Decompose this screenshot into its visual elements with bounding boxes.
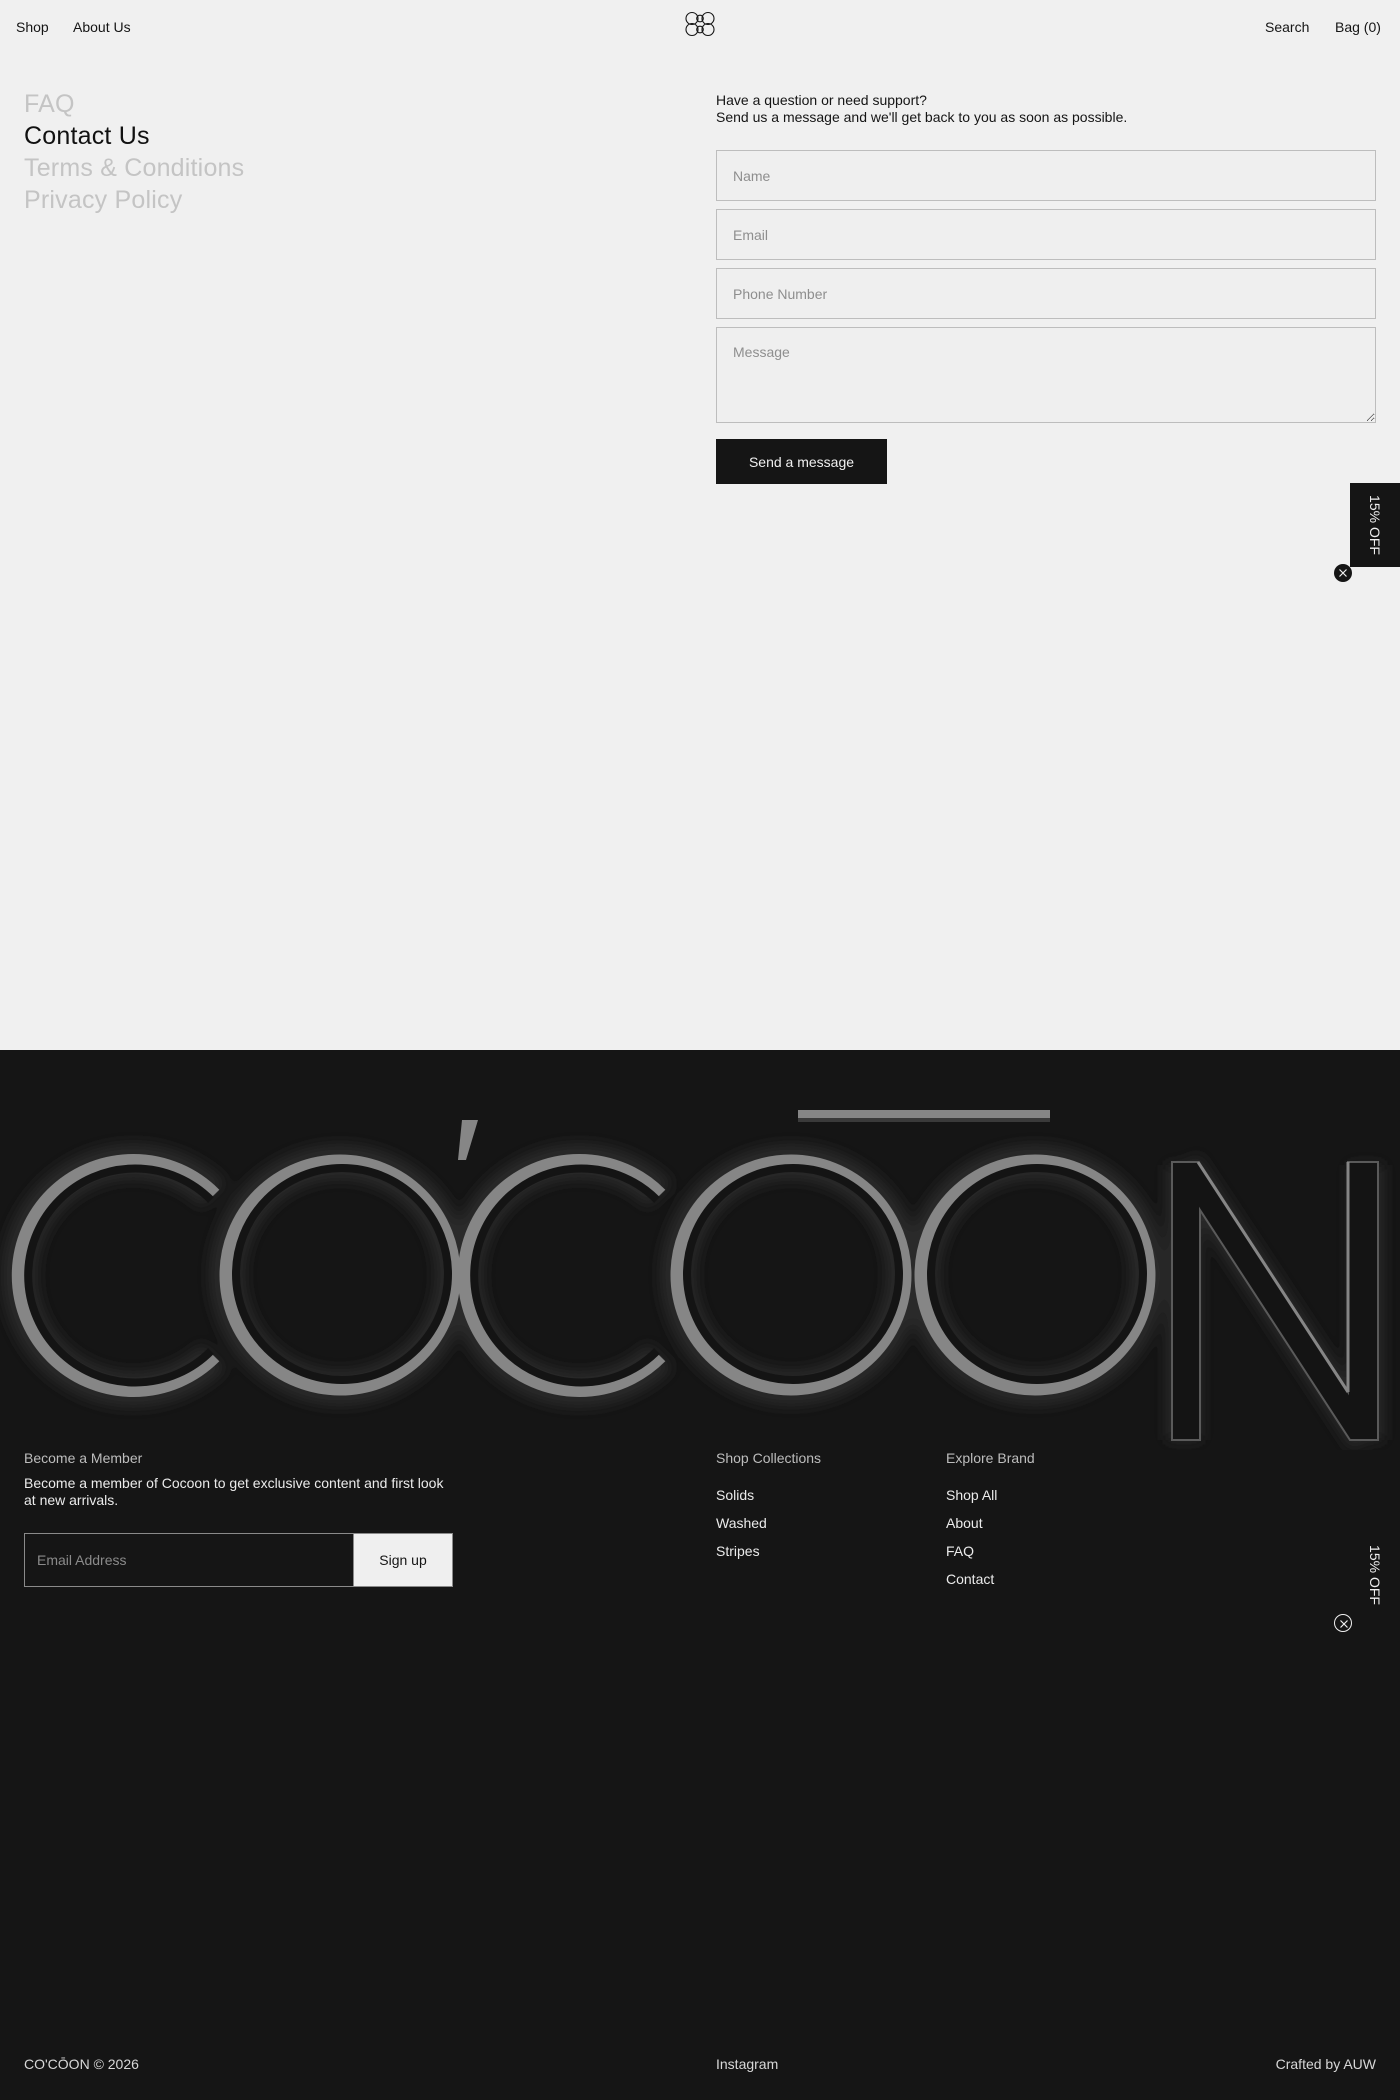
newsletter-email-input[interactable]: [24, 1533, 354, 1587]
footer-link-contact[interactable]: Contact: [946, 1571, 994, 1587]
promo-discount-tab-footer[interactable]: 15% OFF: [1350, 1533, 1400, 1617]
promo-close-icon-footer[interactable]: [1334, 1614, 1352, 1632]
explore-brand-heading: Explore Brand: [946, 1450, 1035, 1466]
footer-link-about[interactable]: About: [946, 1515, 983, 1531]
nav-about-link[interactable]: About Us: [73, 19, 131, 35]
promo-close-icon[interactable]: [1334, 564, 1352, 582]
copyright-text: CO'CŌON © 2026: [24, 2056, 139, 2072]
contact-intro-line-2: Send us a message and we'll get back to …: [716, 109, 1128, 125]
member-heading: Become a Member: [24, 1450, 143, 1466]
site-footer: Become a Member Become a member of Cocoo…: [0, 1050, 1400, 2100]
crafted-by-link[interactable]: Crafted by AUW: [1276, 2056, 1376, 2072]
nav-bag-link[interactable]: Bag (0): [1335, 19, 1381, 35]
support-side-menu: FAQ Contact Us Terms & Conditions Privac…: [24, 88, 244, 216]
name-field[interactable]: [716, 150, 1376, 201]
signup-button[interactable]: Sign up: [354, 1533, 453, 1587]
footer-link-shop-all[interactable]: Shop All: [946, 1487, 997, 1503]
phone-field[interactable]: [716, 268, 1376, 319]
contact-intro: Have a question or need support? Send us…: [716, 92, 1127, 126]
footer-link-faq[interactable]: FAQ: [946, 1543, 974, 1559]
member-description: Become a member of Cocoon to get exclusi…: [24, 1475, 444, 1508]
email-field[interactable]: [716, 209, 1376, 260]
footer-link-washed[interactable]: Washed: [716, 1515, 767, 1531]
footer-link-solids[interactable]: Solids: [716, 1487, 754, 1503]
send-message-button[interactable]: Send a message: [716, 439, 887, 484]
instagram-link[interactable]: Instagram: [716, 2056, 778, 2072]
promo-label-footer: 15% OFF: [1367, 1545, 1383, 1605]
contact-intro-line-1: Have a question or need support?: [716, 92, 927, 108]
brand-logo-icon[interactable]: [682, 11, 718, 37]
site-header: Shop About Us Search Bag (0): [0, 0, 1400, 54]
side-menu-contact-us[interactable]: Contact Us: [24, 120, 244, 152]
promo-discount-tab[interactable]: 15% OFF: [1350, 483, 1400, 567]
footer-wordmark-logo: [2, 1110, 1383, 1450]
shop-collections-heading: Shop Collections: [716, 1450, 822, 1466]
promo-label: 15% OFF: [1367, 495, 1383, 555]
side-menu-faq[interactable]: FAQ: [24, 88, 244, 120]
nav-shop-link[interactable]: Shop: [16, 19, 49, 35]
side-menu-privacy[interactable]: Privacy Policy: [24, 184, 244, 216]
side-menu-terms[interactable]: Terms & Conditions: [24, 152, 244, 184]
message-field[interactable]: [716, 327, 1376, 423]
nav-search-link[interactable]: Search: [1265, 19, 1309, 35]
footer-link-stripes[interactable]: Stripes: [716, 1543, 760, 1559]
